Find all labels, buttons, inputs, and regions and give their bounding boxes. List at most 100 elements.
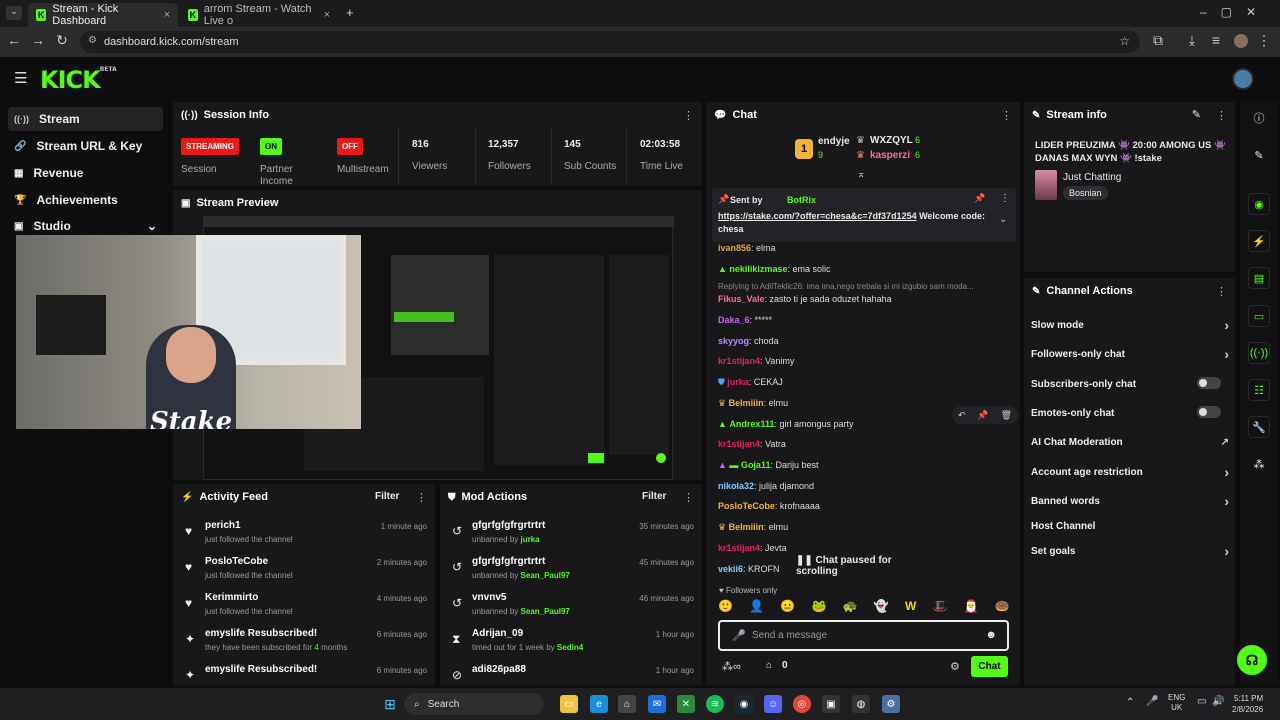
help-support-icon[interactable]: ☊ — [1237, 645, 1267, 675]
more-options-icon[interactable]: ⋮ — [683, 491, 694, 504]
category-name[interactable]: Just Chatting — [1063, 172, 1121, 183]
gift-icon[interactable]: ⌂ — [766, 660, 772, 671]
capture-icon[interactable]: ◉ — [1248, 193, 1270, 215]
user-avatar[interactable] — [1232, 68, 1254, 90]
subscribers-only-row[interactable]: Subscribers-only chat — [1031, 377, 1229, 390]
reply-icon[interactable]: ↶ — [958, 410, 966, 421]
tab-kick-dashboard[interactable]: K Stream - Kick Dashboard × — [28, 3, 178, 27]
emotes-only-toggle[interactable] — [1197, 406, 1221, 418]
ai-moderation-row[interactable]: AI Chat Moderation ↗ — [1031, 437, 1229, 448]
reading-list-icon[interactable]: ≡ — [1206, 32, 1226, 48]
sidebar-item-stream[interactable]: ((·)) Stream — [8, 107, 163, 131]
tab-arrom-stream[interactable]: K arrom Stream - Watch Live o × — [180, 3, 338, 27]
pinned-message[interactable]: 📌 Sent by BotRix https://stake.com/?offe… — [712, 188, 1016, 242]
lightning-rail-icon[interactable]: ⚡ — [1248, 230, 1270, 252]
discord-icon[interactable]: ☺ — [764, 695, 782, 713]
broadcast-rail-icon[interactable]: ((·)) — [1248, 342, 1270, 364]
new-tab-button[interactable]: + — [346, 5, 354, 20]
more-options-icon[interactable]: ⋮ — [1001, 109, 1012, 122]
info-icon[interactable]: ⓘ — [1248, 107, 1270, 129]
clipboard-icon[interactable]: ▤ — [1248, 267, 1270, 289]
more-options-icon[interactable]: ⋮ — [416, 491, 427, 504]
edit-icon[interactable]: ✎ — [1192, 108, 1201, 121]
subscribers-only-toggle[interactable] — [1197, 377, 1221, 389]
sidebar-item-achievements[interactable]: 🏆 Achievements — [8, 188, 163, 212]
windows-start-icon[interactable]: ⊞ — [381, 695, 399, 713]
kick-logo[interactable]: KICKBETA — [40, 66, 117, 94]
app-icon[interactable]: ▣ — [822, 695, 840, 713]
tab-close-icon[interactable]: × — [324, 9, 330, 21]
slow-mode-row[interactable]: Slow mode › — [1031, 317, 1229, 333]
outlook-icon[interactable]: ✉ — [648, 695, 666, 713]
tab-search-icon[interactable]: ⌄ — [6, 6, 22, 20]
profile-avatar[interactable] — [1234, 34, 1248, 48]
wrench-icon[interactable]: 🔧 — [1248, 416, 1270, 438]
file-explorer-icon[interactable]: ▭ — [560, 695, 578, 713]
store-icon[interactable]: ⌂ — [618, 695, 636, 713]
edge-icon[interactable]: e — [590, 695, 608, 713]
feed-user[interactable]: perich1 — [205, 520, 241, 531]
hamburger-menu-icon[interactable]: ☰ — [14, 69, 27, 87]
window-controls[interactable]: –▢✕ — [1200, 5, 1270, 19]
feed-user[interactable]: emyslife Resubscribed! — [205, 664, 317, 675]
steam-icon[interactable]: ◉ — [735, 695, 753, 713]
emoji-icon[interactable]: ☻ — [985, 629, 997, 641]
browser-menu-icon[interactable]: ⋮ — [1254, 32, 1274, 49]
address-bar[interactable]: ⚙ dashboard.kick.com/stream ☆ — [80, 31, 1140, 53]
emotes-only-row[interactable]: Emotes-only chat — [1031, 406, 1229, 419]
banned-words-row[interactable]: Banned words › — [1031, 493, 1229, 509]
xbox-icon[interactable]: ✕ — [677, 695, 695, 713]
feed-user[interactable]: PosloTeCobe — [205, 556, 268, 567]
mod-target[interactable]: gfgrfgfgfrgrtrtrt — [472, 556, 545, 567]
bot-name[interactable]: BotRix — [787, 195, 816, 205]
spotify-icon[interactable]: ≋ — [706, 695, 724, 713]
settings-gear-icon[interactable]: ⚙ — [950, 660, 960, 673]
chevron-down-icon[interactable]: ⌄ — [999, 214, 1007, 225]
top-gifter-name[interactable]: kasperzi — [870, 150, 910, 161]
feed-user[interactable]: emyslife Resubscribed! — [205, 628, 317, 639]
mic-tray-icon[interactable]: 🎤 — [1146, 696, 1158, 707]
followers-only-row[interactable]: Followers-only chat › — [1031, 346, 1229, 362]
feed-user[interactable]: Kerimmirto — [205, 592, 258, 603]
settings-app-icon[interactable]: ⚙ — [882, 695, 900, 713]
volume-icon[interactable]: 🔊 — [1212, 696, 1224, 707]
language-indicator[interactable]: ENG UK — [1168, 693, 1185, 713]
more-options-icon[interactable]: ⋮ — [683, 109, 694, 122]
filter-button[interactable]: Filter — [642, 491, 666, 502]
more-options-icon[interactable]: ⋮ — [1000, 193, 1010, 204]
mod-target[interactable]: vnvnv5 — [472, 592, 506, 603]
sidebar-item-revenue[interactable]: ▦ Revenue — [8, 161, 163, 185]
layout-icon[interactable]: ☷ — [1248, 379, 1270, 401]
sidebar-item-stream-url-key[interactable]: 🔗 Stream URL & Key — [8, 134, 163, 158]
edit-layout-icon[interactable]: ✎ — [1248, 144, 1270, 166]
network-icon[interactable]: ▭ — [1197, 696, 1206, 707]
emote-bar[interactable]: 🙂 👤 😐 🐸 🐢 👻 W 🎩 🎅 🍩 — [718, 599, 1010, 617]
collapse-icon[interactable]: ⌅ — [857, 169, 865, 180]
set-goals-row[interactable]: Set goals › — [1031, 543, 1229, 559]
more-options-icon[interactable]: ⋮ — [1216, 109, 1227, 122]
account-age-row[interactable]: Account age restriction › — [1031, 464, 1229, 480]
clock[interactable]: 5:11 PM 2/8/2026 — [1232, 693, 1263, 715]
host-channel-row[interactable]: Host Channel — [1031, 521, 1229, 532]
chat-rail-icon[interactable]: ▭ — [1248, 305, 1270, 327]
tab-close-icon[interactable]: × — [164, 9, 170, 21]
chat-input[interactable]: 🎤 Send a message ☻ — [718, 620, 1009, 651]
bookmark-star-icon[interactable]: ☆ — [1119, 34, 1130, 48]
filter-button[interactable]: Filter — [375, 491, 399, 502]
more-options-icon[interactable]: ⋮ — [1216, 285, 1227, 298]
download-icon[interactable]: ⤓ — [1182, 32, 1202, 49]
pinned-link[interactable]: https://stake.com/?offer=chesa&c=7df37d1… — [718, 211, 917, 221]
add-widget-icon[interactable]: ⁂ — [1248, 453, 1270, 475]
mod-target[interactable]: Adrijan_09 — [472, 628, 523, 639]
reload-icon[interactable]: ↻ — [52, 32, 72, 49]
back-icon[interactable]: ← — [4, 32, 24, 48]
microphone-icon[interactable]: 🎤 — [732, 629, 746, 642]
top-gifter-name[interactable]: WXZQYL — [870, 135, 913, 146]
mod-target[interactable]: gfgrfgfgfrgrtrtrt — [472, 520, 545, 531]
category-thumbnail[interactable] — [1035, 170, 1057, 200]
forward-icon[interactable]: → — [28, 32, 48, 48]
infinity-icon[interactable]: ⁂∞ — [722, 660, 741, 673]
taskbar-search[interactable]: ⌕ Search — [404, 693, 544, 715]
unpin-icon[interactable]: 📌 — [974, 193, 985, 204]
chrome-icon[interactable]: ◎ — [793, 695, 811, 713]
